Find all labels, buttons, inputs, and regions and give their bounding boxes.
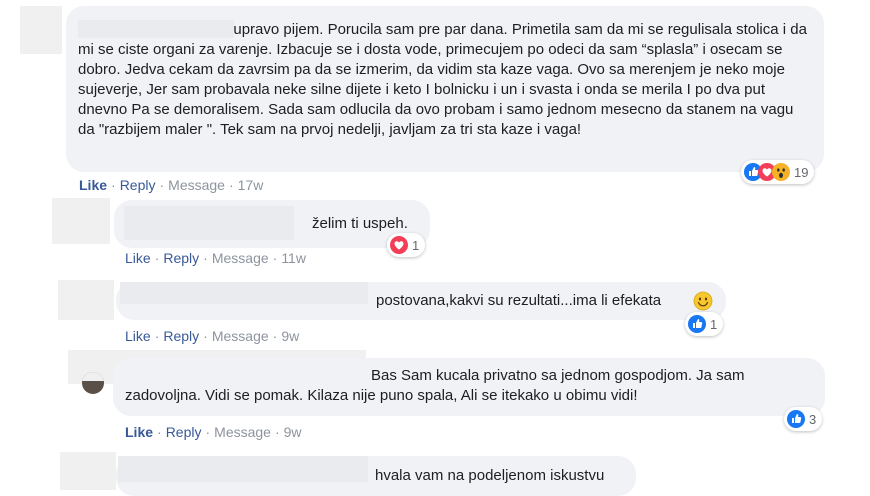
- like-link[interactable]: Like: [79, 177, 107, 193]
- reaction-count: 19: [794, 164, 809, 180]
- comment-actions: Like · Reply · Message · 9w: [125, 423, 302, 441]
- separator-dot: ·: [203, 328, 208, 344]
- reaction-count: 3: [809, 411, 817, 427]
- comment-actions: Like · Reply · Message · 17w: [79, 176, 263, 194]
- comment-bubble: želim ti uspeh.: [114, 200, 430, 248]
- reaction-summary[interactable]: 19: [741, 160, 815, 184]
- separator-dot: ·: [154, 328, 160, 344]
- comment-bubble: Bas Sam kucala privatno sa jednom gospod…: [113, 358, 825, 416]
- separator-dot: ·: [159, 177, 165, 193]
- love-reaction-icon: [390, 236, 408, 254]
- comment-text: Ja sad upravo pijem. Porucila sam pre pa…: [78, 21, 807, 138]
- timestamp[interactable]: 11w: [281, 250, 306, 266]
- reply-link[interactable]: Reply: [163, 250, 199, 266]
- redacted-avatar: [52, 198, 110, 244]
- redacted-author-name: [120, 282, 368, 304]
- comment-text: želim ti uspeh.: [312, 215, 408, 232]
- reply-link[interactable]: Reply: [166, 424, 202, 440]
- redacted-author-name: [124, 206, 294, 240]
- message-link[interactable]: Message: [212, 328, 269, 344]
- reaction-count: 1: [710, 316, 718, 332]
- separator-dot: ·: [203, 250, 208, 266]
- separator-dot: ·: [157, 424, 162, 440]
- message-link[interactable]: Message: [168, 177, 225, 193]
- wow-reaction-icon: [772, 163, 790, 181]
- separator-dot: ·: [228, 177, 234, 193]
- separator-dot: ·: [272, 250, 278, 266]
- separator-dot: ·: [154, 250, 160, 266]
- reaction-summary[interactable]: 1: [387, 233, 426, 257]
- avatar[interactable]: [82, 372, 104, 394]
- comment-bubble: Ja sad upravo pijem. Porucila sam pre pa…: [66, 6, 824, 172]
- like-reaction-icon: [688, 315, 706, 333]
- like-link[interactable]: Like: [125, 250, 151, 266]
- like-reaction-icon: [787, 410, 805, 428]
- reaction-summary[interactable]: 1: [685, 312, 724, 336]
- like-link[interactable]: Like: [125, 424, 153, 440]
- avatar-redaction: [82, 372, 104, 381]
- redacted-avatar: [58, 280, 114, 320]
- comment-actions: Like · Reply · Message · 9w: [125, 327, 299, 345]
- comment-text: hvala vam na podeljenom iskustvu: [375, 467, 605, 484]
- separator-dot: ·: [272, 328, 278, 344]
- reply-link[interactable]: Reply: [120, 177, 156, 193]
- redacted-avatar: [60, 452, 116, 490]
- message-link[interactable]: Message: [212, 250, 269, 266]
- redacted-avatar: [20, 6, 62, 54]
- comment-text: postovana,kakvi su rezultati...ima li ef…: [376, 292, 662, 309]
- separator-dot: ·: [111, 177, 116, 193]
- timestamp[interactable]: 9w: [281, 328, 299, 344]
- comment-actions: Like · Reply · Message · 11w: [125, 249, 306, 267]
- redacted-author-name: [78, 20, 234, 38]
- reply-link[interactable]: Reply: [163, 328, 199, 344]
- comment-bubble: postovana,kakvi su rezultati...ima li ef…: [116, 282, 726, 320]
- redacted-author-name: [118, 456, 368, 482]
- reaction-count: 1: [412, 237, 420, 253]
- smiley-emoji-icon: [693, 291, 713, 311]
- message-link[interactable]: Message: [214, 424, 271, 440]
- separator-dot: ·: [274, 424, 280, 440]
- separator-dot: ·: [205, 424, 211, 440]
- reaction-summary[interactable]: 3: [784, 407, 823, 431]
- comment-bubble: hvala vam na podeljenom iskustvu: [116, 456, 636, 496]
- timestamp[interactable]: 9w: [284, 424, 302, 440]
- like-link[interactable]: Like: [125, 328, 151, 344]
- comment-text: Bas Sam kucala privatno sa jednom gospod…: [125, 367, 745, 404]
- timestamp[interactable]: 17w: [238, 177, 264, 193]
